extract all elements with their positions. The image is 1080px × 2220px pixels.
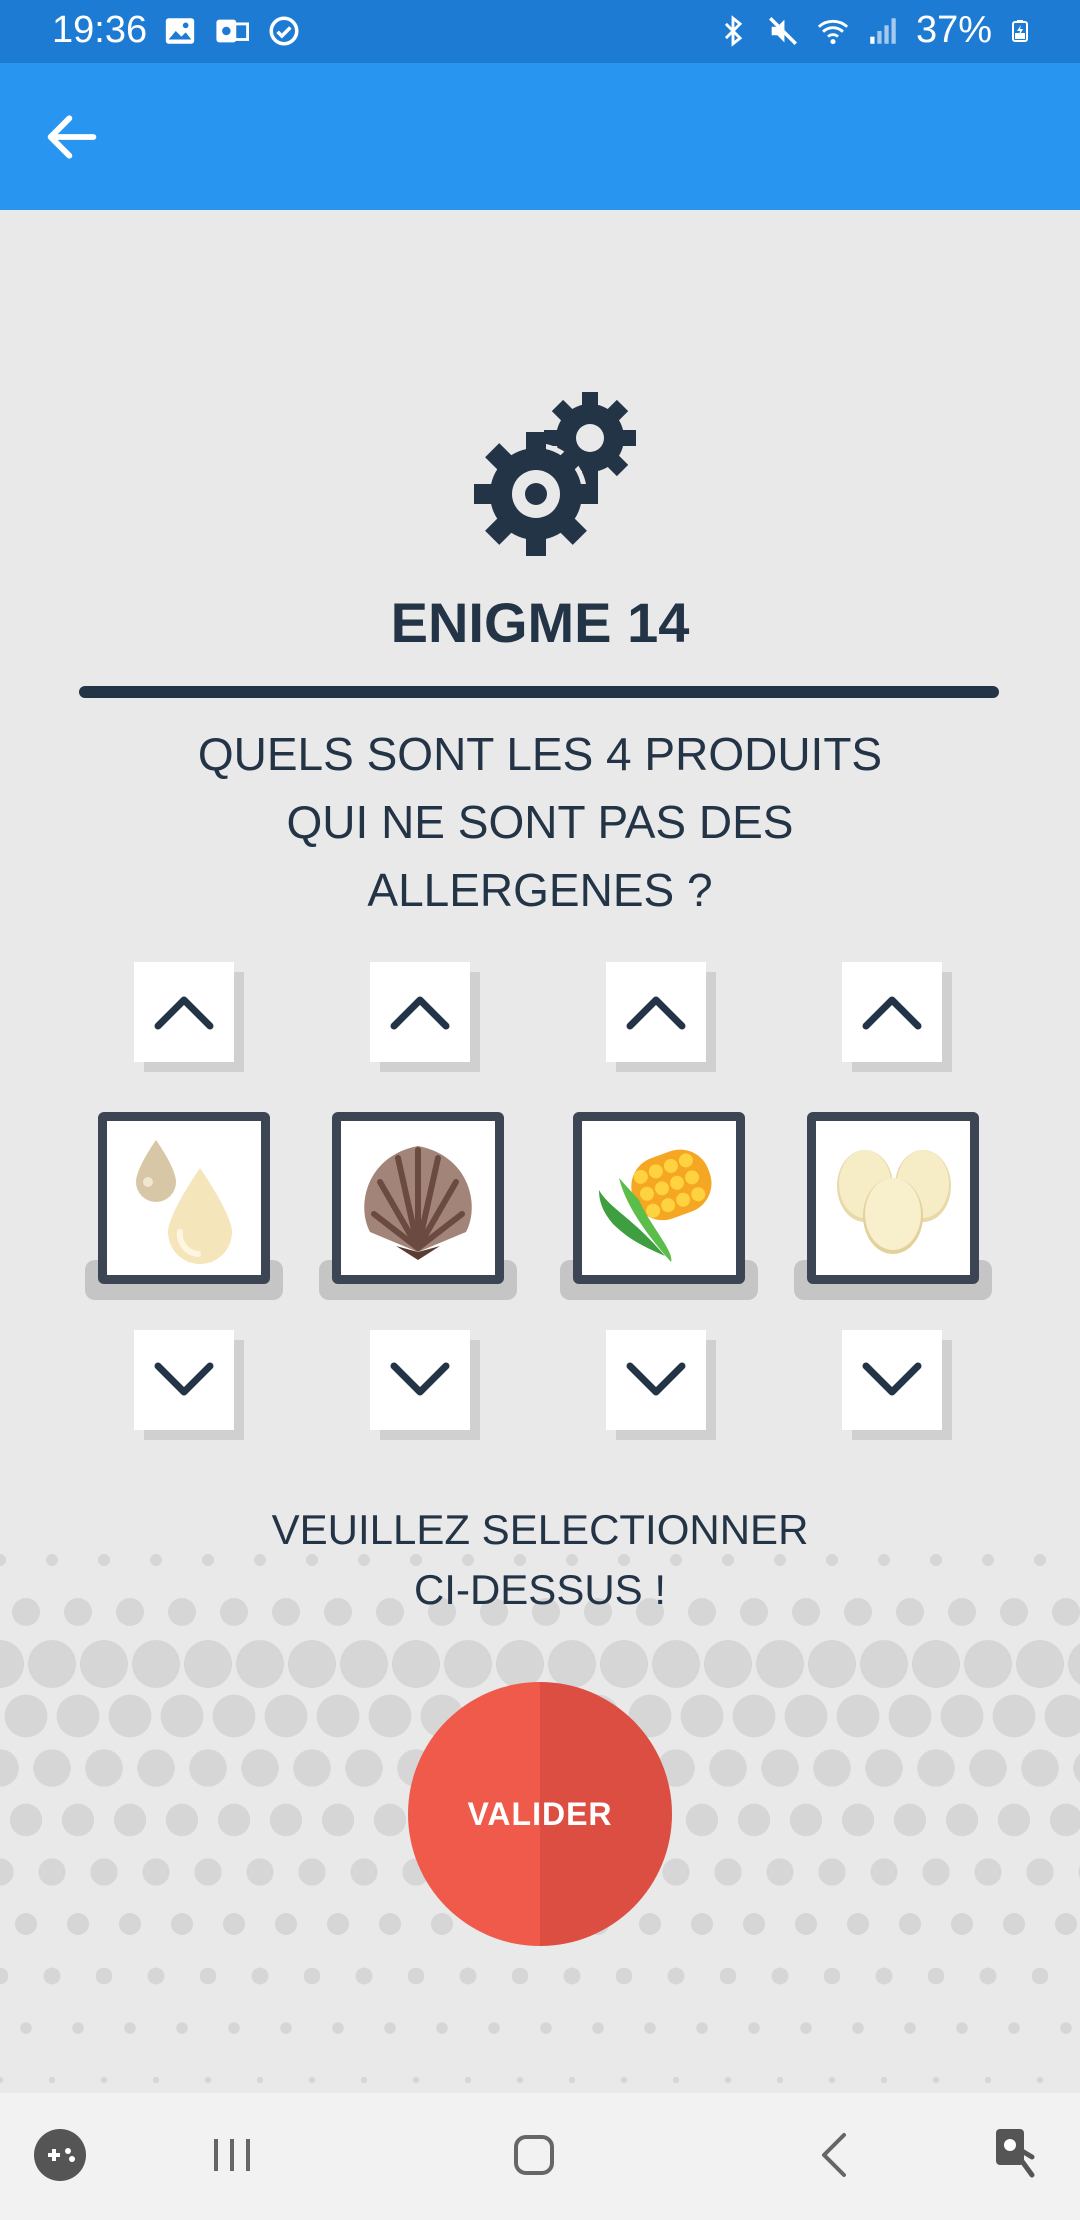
- corn-icon: [599, 1149, 712, 1262]
- slot-2-up-button[interactable]: [370, 962, 470, 1062]
- back-icon[interactable]: [804, 2123, 868, 2187]
- slot-1-down-button[interactable]: [134, 1330, 234, 1430]
- slot-2-down-button[interactable]: [370, 1330, 470, 1430]
- wifi-icon: [817, 19, 849, 44]
- slot-4-down-button[interactable]: [842, 1330, 942, 1430]
- chevron-down-icon: [862, 1362, 922, 1396]
- puzzle-title: ENIGME 14: [390, 591, 690, 654]
- chevron-up-icon: [390, 996, 450, 1030]
- chevron-down-icon: [626, 1362, 686, 1396]
- shell-icon: [364, 1146, 472, 1260]
- title-divider: [79, 686, 999, 698]
- puzzle-screen: ENIGME 14 QUELS SONT LES 4 PRODUITS QUI …: [0, 210, 1080, 2093]
- navigation-bar: [0, 2093, 1080, 2220]
- home-icon[interactable]: [502, 2123, 566, 2187]
- chevron-up-icon: [154, 996, 214, 1030]
- chevron-up-icon: [862, 996, 922, 1030]
- chevron-down-icon: [390, 1362, 450, 1396]
- question-text: QUELS SONT LES 4 PRODUITS QUI NE SONT PA…: [197, 728, 883, 916]
- outlook-icon: [216, 19, 249, 43]
- instruction-text: VEUILLEZ SELECTIONNER CI-DESSUS !: [271, 1506, 809, 1613]
- eggs-icon: [837, 1150, 951, 1254]
- slot-2[interactable]: [332, 1112, 504, 1284]
- oil-drops-icon: [136, 1140, 232, 1264]
- battery-percentage: 37%: [915, 9, 992, 51]
- app-bar: [0, 63, 1080, 210]
- slot-1-up-button[interactable]: [134, 962, 234, 1062]
- chevron-down-icon: [154, 1362, 214, 1396]
- back-arrow-icon[interactable]: [40, 105, 104, 169]
- gears-icon: [474, 392, 636, 556]
- status-bar: 19:36 37%: [0, 0, 1080, 63]
- recent-apps-icon[interactable]: [200, 2123, 264, 2187]
- slot-4[interactable]: [807, 1112, 979, 1284]
- bluetooth-icon: [724, 14, 743, 47]
- chevron-up-icon: [626, 996, 686, 1030]
- slot-3-up-button[interactable]: [606, 962, 706, 1062]
- signal-icon: [870, 17, 896, 44]
- accessibility-touch-icon[interactable]: [986, 2123, 1050, 2187]
- gallery-icon: [165, 18, 195, 44]
- validate-button[interactable]: VALIDER: [408, 1682, 672, 1946]
- slot-4-up-button[interactable]: [842, 962, 942, 1062]
- slot-3[interactable]: [573, 1112, 745, 1284]
- slot-1[interactable]: [98, 1112, 270, 1284]
- status-time: 19:36: [52, 9, 148, 51]
- game-launcher-icon[interactable]: [28, 2123, 92, 2187]
- mute-icon: [768, 16, 797, 45]
- validate-label: VALIDER: [467, 1795, 613, 1832]
- check-circle-icon: [269, 16, 299, 46]
- battery-charging-icon: [1012, 19, 1028, 42]
- slot-3-down-button[interactable]: [606, 1330, 706, 1430]
